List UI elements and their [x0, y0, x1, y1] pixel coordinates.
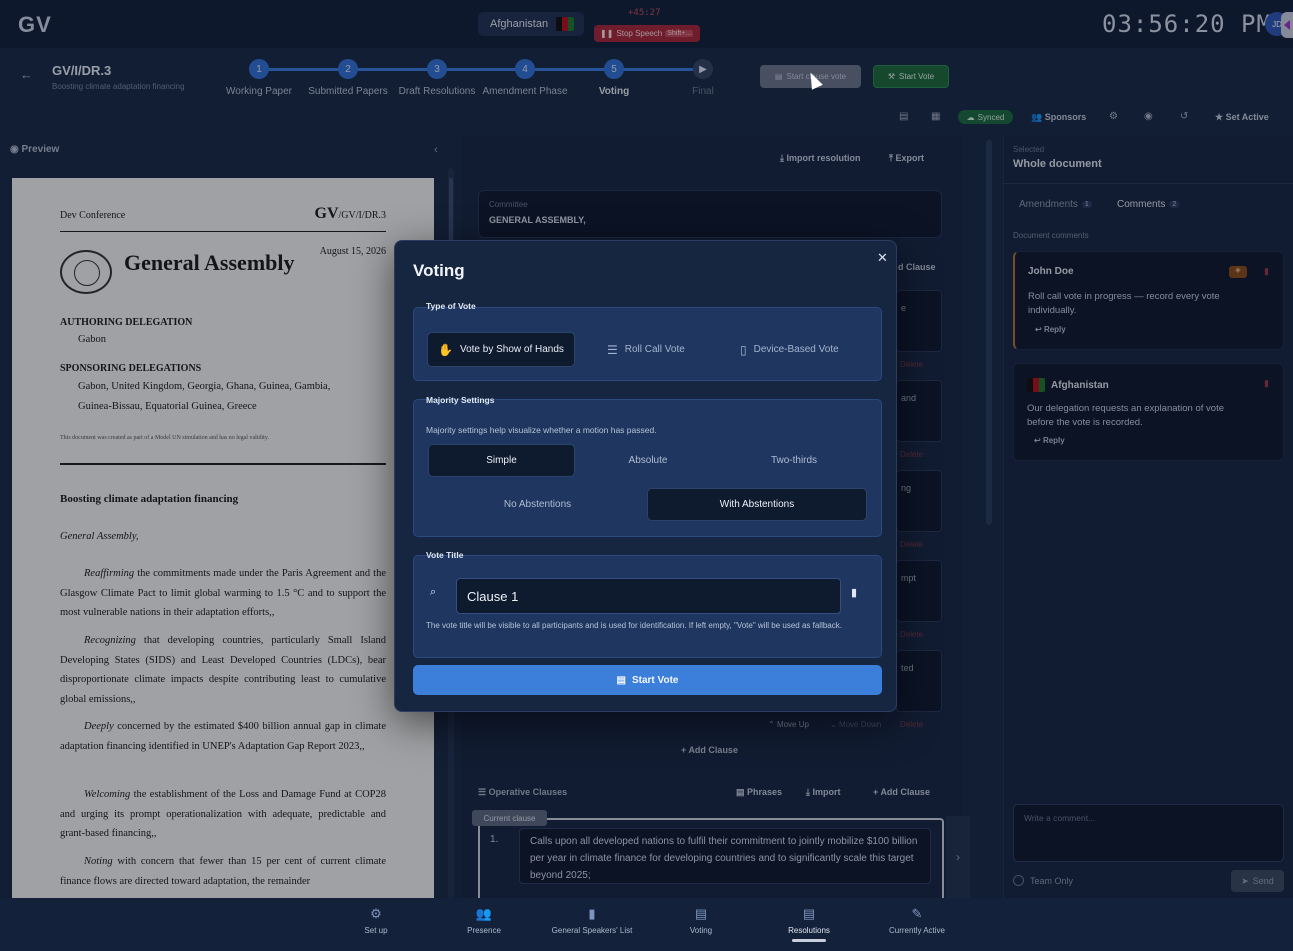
majority-absolute[interactable]: Absolute	[575, 444, 721, 477]
people-icon: 👥	[475, 906, 493, 921]
nav-label: Set up	[364, 926, 388, 935]
roll-call-vote-option[interactable]: ☰ Roll Call Vote	[607, 332, 685, 367]
ballot-icon: ▤	[694, 906, 708, 921]
nav-label: Resolutions	[788, 926, 830, 935]
nav-label: Presence	[467, 926, 501, 935]
gear-users-icon: ⚙	[370, 906, 382, 921]
trash-list-icon: ▮	[588, 906, 596, 921]
with-abstentions-option[interactable]: With Abstentions	[647, 488, 867, 521]
active-nav-indicator	[792, 939, 826, 942]
start-vote-label: Start Vote	[631, 674, 679, 686]
vote-type-options: ✋ Vote by Show of Hands ☰ Roll Call Vote ▯…	[427, 332, 869, 367]
vote-title-section: Vote Title ⌕ Clause 1 ▮ The vote title w…	[413, 550, 882, 658]
vote-type-section: Type of Vote ✋ Vote by Show of Hands ☰ Rol…	[413, 301, 882, 381]
section-title: Vote Title	[426, 550, 464, 560]
nav-currently-active[interactable]: ✎ Currently Active	[889, 906, 945, 935]
device-based-vote-option[interactable]: ▯ Device-Based Vote	[740, 332, 839, 367]
bottom-nav	[0, 898, 1293, 951]
nav-label: General Speakers' List	[551, 926, 633, 935]
tablet-icon: ▯	[740, 342, 747, 357]
nav-label: Voting	[689, 926, 713, 935]
vote-type-label: Vote by Show of Hands	[459, 344, 564, 355]
majority-help: Majority settings help visualize whether…	[426, 425, 657, 435]
close-icon[interactable]: ✕	[877, 250, 888, 266]
nav-resolutions[interactable]: ▤ Resolutions	[788, 906, 830, 935]
edit-doc-icon: ✎	[911, 906, 923, 921]
section-title: Majority Settings	[426, 395, 495, 405]
section-title: Type of Vote	[426, 301, 476, 311]
vote-title-input[interactable]: Clause 1	[456, 578, 841, 614]
hand-icon: ✋	[438, 342, 453, 357]
voting-modal: Voting ✕ Type of Vote ✋ Vote by Show of H…	[394, 240, 897, 712]
nav-general-speakers-list[interactable]: ▮ General Speakers' List	[552, 906, 633, 935]
nav-voting[interactable]: ▤ Voting	[690, 906, 712, 935]
nav-presence[interactable]: 👥 Presence	[467, 906, 501, 935]
ballot-icon: ▤	[616, 674, 626, 686]
nav-label: Currently Active	[888, 926, 946, 935]
vote-by-show-of-hands-option[interactable]: ✋ Vote by Show of Hands	[427, 332, 575, 367]
nav-set-up[interactable]: ⚙ Set up	[364, 906, 387, 935]
trash-icon[interactable]: ▮	[851, 586, 857, 599]
search-icon: ⌕	[430, 586, 437, 598]
majority-two-thirds[interactable]: Two-thirds	[721, 444, 867, 477]
document-icon: ▤	[802, 906, 816, 921]
vote-title-help: The vote title will be visible to all pa…	[426, 621, 842, 630]
majority-simple[interactable]: Simple	[428, 444, 575, 477]
vote-type-label: Roll Call Vote	[624, 344, 685, 355]
start-vote-button[interactable]: ▤ Start Vote	[413, 665, 882, 695]
modal-title: Voting	[413, 261, 465, 280]
vote-type-label: Device-Based Vote	[753, 344, 839, 355]
no-abstentions-option[interactable]: No Abstentions	[428, 488, 647, 521]
checklist-icon: ☰	[607, 342, 618, 357]
majority-settings-section: Majority Settings Majority settings help…	[413, 395, 882, 537]
